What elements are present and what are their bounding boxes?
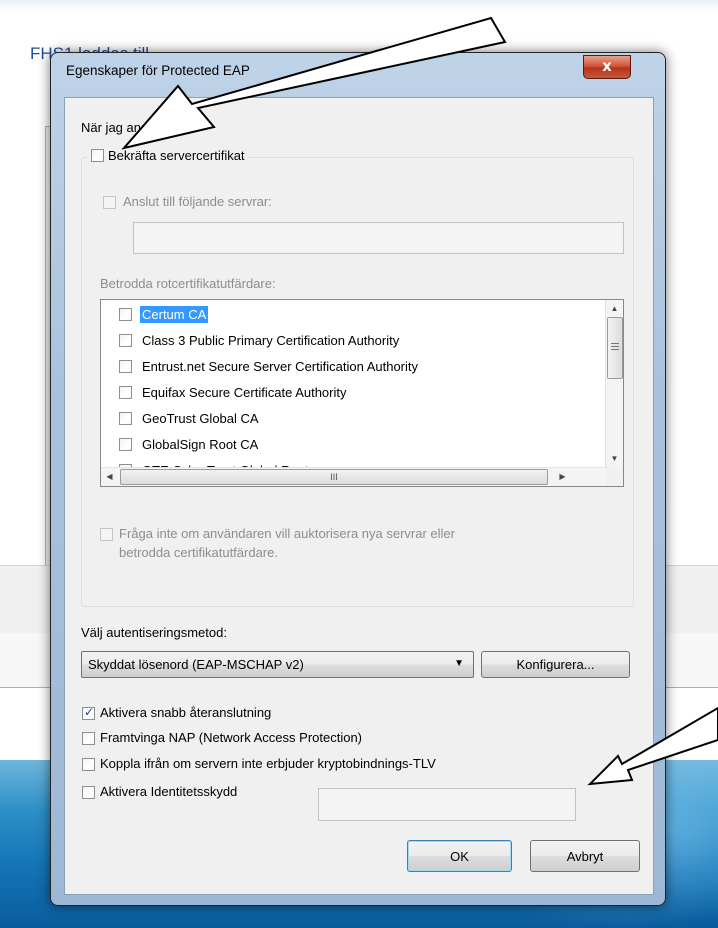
list-item[interactable]: Class 3 Public Primary Certification Aut… <box>101 327 591 353</box>
disconnect-tlv-checkbox[interactable] <box>82 758 95 771</box>
enforce-nap-checkbox[interactable] <box>82 732 95 745</box>
fast-reconnect-checkbox[interactable]: ✓ <box>82 705 95 720</box>
identity-protection-label: Aktivera Identitetsskydd <box>100 784 238 799</box>
dont-prompt-checkbox[interactable] <box>100 528 113 541</box>
ca-checkbox[interactable] <box>119 333 132 347</box>
verify-cert-legend[interactable]: Bekräfta servercertifikat <box>87 148 249 163</box>
ca-checkbox[interactable] <box>119 411 132 425</box>
peap-properties-dialog: Egenskaper för Protected EAP x När jag a… <box>50 52 666 906</box>
configure-button[interactable]: Konfigurera... <box>481 651 630 678</box>
vertical-scroll-thumb[interactable] <box>607 317 623 379</box>
scroll-right-icon[interactable]: ▶ <box>554 472 571 481</box>
verify-cert-label: Bekräfta servercertifikat <box>108 148 245 163</box>
identity-input[interactable] <box>318 788 576 821</box>
scrollbar-corner <box>606 468 623 486</box>
scroll-up-icon[interactable]: ▲ <box>606 304 623 313</box>
connect-servers-label: Anslut till följande servrar: <box>123 194 272 209</box>
dont-prompt-label-line1: Fråga inte om användaren vill auktoriser… <box>119 526 455 541</box>
servers-input[interactable] <box>133 222 624 254</box>
horizontal-scrollbar[interactable]: ◀ III ▶ <box>101 467 608 486</box>
ca-name: Equifax Secure Certificate Authority <box>142 384 347 400</box>
ca-name: Class 3 Public Primary Certification Aut… <box>142 332 400 348</box>
dialog-client-area: När jag ansluter: Bekräfta servercertifi… <box>64 97 654 895</box>
scroll-down-icon[interactable]: ▼ <box>606 454 623 463</box>
ca-name: Entrust.net Secure Server Certification … <box>142 358 419 374</box>
list-item[interactable]: GeoTrust Global CA <box>101 405 591 431</box>
ca-checkbox[interactable] <box>119 385 132 399</box>
ca-checkbox[interactable] <box>119 359 132 373</box>
auth-method-label: Välj autentiseringsmetod: <box>81 625 227 640</box>
horizontal-scroll-thumb[interactable]: III <box>120 469 548 485</box>
ca-name: Certum CA <box>140 305 209 323</box>
intro-label: När jag ansluter: <box>81 120 177 135</box>
ca-name: GeoTrust Global CA <box>142 410 259 426</box>
verify-cert-checkbox[interactable] <box>91 149 104 162</box>
disconnect-tlv-label: Koppla ifrån om servern inte erbjuder kr… <box>100 756 436 771</box>
auth-method-value: Skyddat lösenord (EAP-MSCHAP v2) <box>88 657 304 672</box>
list-item[interactable]: Entrust.net Secure Server Certification … <box>101 353 591 379</box>
close-button[interactable]: x <box>583 55 631 79</box>
trusted-ca-list[interactable]: Certum CA Class 3 Public Primary Certifi… <box>100 299 624 487</box>
ok-button[interactable]: OK <box>407 840 512 872</box>
identity-protection-checkbox[interactable] <box>82 786 95 799</box>
list-item[interactable]: GlobalSign Root CA <box>101 431 591 457</box>
ca-checkbox[interactable] <box>119 437 132 451</box>
chevron-down-icon: ▼ <box>454 658 464 669</box>
cancel-button[interactable]: Avbryt <box>530 840 640 872</box>
scroll-left-icon[interactable]: ◀ <box>101 472 118 481</box>
background-window-top <box>0 0 718 10</box>
dont-prompt-label-line2: betrodda certifikatutfärdare. <box>119 545 278 560</box>
scroll-grip-icon: III <box>330 472 338 482</box>
dialog-title: Egenskaper för Protected EAP <box>66 63 250 78</box>
auth-method-select[interactable]: Skyddat lösenord (EAP-MSCHAP v2) ▼ <box>81 651 474 678</box>
vertical-scrollbar[interactable]: ▲ ▼ <box>605 300 623 469</box>
connect-servers-checkbox[interactable] <box>103 196 116 209</box>
trusted-ca-label: Betrodda rotcertifikatutfärdare: <box>100 276 276 291</box>
ca-name: GlobalSign Root CA <box>142 436 259 452</box>
enforce-nap-label: Framtvinga NAP (Network Access Protectio… <box>100 730 363 745</box>
list-item[interactable]: Equifax Secure Certificate Authority <box>101 379 591 405</box>
list-item[interactable]: Certum CA <box>101 301 591 327</box>
fast-reconnect-label: Aktivera snabb återanslutning <box>100 705 272 720</box>
ca-checkbox[interactable] <box>119 307 132 321</box>
